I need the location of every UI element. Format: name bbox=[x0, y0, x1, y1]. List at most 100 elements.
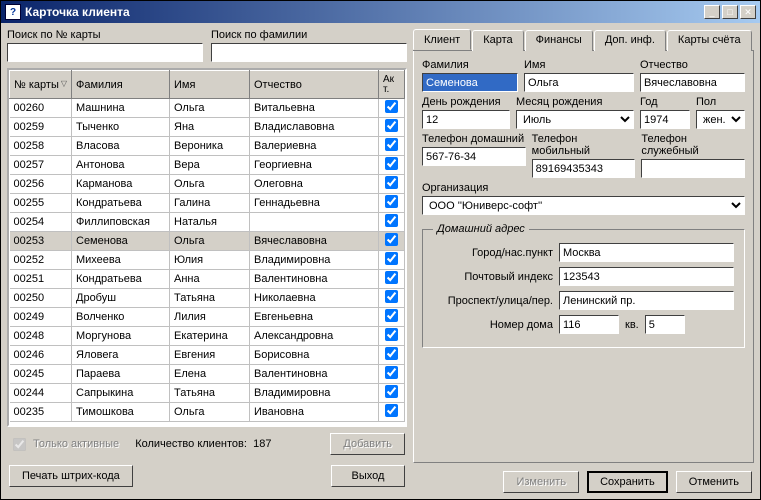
active-checkbox[interactable] bbox=[385, 404, 398, 417]
apt-input[interactable] bbox=[645, 315, 685, 334]
minimize-button[interactable]: _ bbox=[704, 5, 720, 19]
only-active-checkbox[interactable]: Только активные bbox=[9, 435, 119, 454]
active-checkbox[interactable] bbox=[385, 366, 398, 379]
cell-patronymic: Борисовна bbox=[250, 346, 379, 365]
col-patronymic[interactable]: Отчество bbox=[250, 71, 379, 99]
active-checkbox[interactable] bbox=[385, 290, 398, 303]
city-input[interactable] bbox=[559, 243, 734, 262]
zip-label: Почтовый индекс bbox=[433, 271, 553, 283]
cell-surname: Кондратьева bbox=[72, 194, 170, 213]
table-row[interactable]: 00259ТыченкоЯнаВладиславовна bbox=[10, 118, 405, 137]
phone-mob-input[interactable] bbox=[532, 159, 636, 178]
patronymic-input[interactable] bbox=[640, 73, 745, 92]
cell-surname: Параева bbox=[72, 365, 170, 384]
zip-input[interactable] bbox=[559, 267, 734, 286]
cell-surname: Михеева bbox=[72, 251, 170, 270]
table-row[interactable]: 00258ВласоваВероникаВалериевна bbox=[10, 137, 405, 156]
clients-table-wrap[interactable]: № карты▽ Фамилия Имя Отчество Ак т. 0026… bbox=[7, 68, 407, 427]
active-checkbox[interactable] bbox=[385, 157, 398, 170]
save-button[interactable]: Сохранить bbox=[587, 471, 668, 493]
maximize-button[interactable]: □ bbox=[722, 5, 738, 19]
active-checkbox[interactable] bbox=[385, 347, 398, 360]
cell-name: Ольга bbox=[170, 403, 250, 422]
name-label: Имя bbox=[524, 59, 634, 71]
active-checkbox[interactable] bbox=[385, 100, 398, 113]
tab[interactable]: Карты счёта bbox=[667, 30, 752, 51]
cell-name: Елена bbox=[170, 365, 250, 384]
cell-card: 00258 bbox=[10, 137, 72, 156]
cell-patronymic: Валентиновна bbox=[250, 365, 379, 384]
table-row[interactable]: 00235ТимошковаОльгаИвановна bbox=[10, 403, 405, 422]
table-row[interactable]: 00250ДробушТатьянаНиколаевна bbox=[10, 289, 405, 308]
table-row[interactable]: 00255КондратьеваГалинаГеннадьевна bbox=[10, 194, 405, 213]
cancel-button[interactable]: Отменить bbox=[676, 471, 752, 493]
cell-card: 00255 bbox=[10, 194, 72, 213]
active-checkbox[interactable] bbox=[385, 385, 398, 398]
bday-input[interactable] bbox=[422, 110, 510, 129]
table-row[interactable]: 00256КармановаОльгаОлеговна bbox=[10, 175, 405, 194]
cell-name: Вера bbox=[170, 156, 250, 175]
cell-name: Лилия bbox=[170, 308, 250, 327]
active-checkbox[interactable] bbox=[385, 214, 398, 227]
edit-button[interactable]: Изменить bbox=[503, 471, 579, 493]
table-row[interactable]: 00260МашнинаОльгаВитальевна bbox=[10, 99, 405, 118]
table-row[interactable]: 00244СапрыкинаТатьянаВладимировна bbox=[10, 384, 405, 403]
table-row[interactable]: 00257АнтоноваВераГеоргиевна bbox=[10, 156, 405, 175]
active-checkbox[interactable] bbox=[385, 138, 398, 151]
cell-active bbox=[379, 232, 405, 251]
search-surname-input[interactable] bbox=[211, 43, 407, 62]
byear-input[interactable] bbox=[640, 110, 690, 129]
table-row[interactable]: 00251КондратьеваАннаВалентиновна bbox=[10, 270, 405, 289]
sex-select[interactable]: жен. bbox=[696, 110, 745, 129]
active-checkbox[interactable] bbox=[385, 233, 398, 246]
table-row[interactable]: 00248МоргуноваЕкатеринаАлександровна bbox=[10, 327, 405, 346]
surname-input[interactable] bbox=[422, 73, 518, 92]
active-checkbox[interactable] bbox=[385, 176, 398, 189]
active-checkbox[interactable] bbox=[385, 252, 398, 265]
phone-work-input[interactable] bbox=[641, 159, 745, 178]
cell-active bbox=[379, 194, 405, 213]
active-checkbox[interactable] bbox=[385, 119, 398, 132]
address-legend: Домашний адрес bbox=[433, 223, 529, 235]
tab[interactable]: Доп. инф. bbox=[594, 30, 666, 51]
org-select[interactable]: ООО ''Юниверс-софт'' bbox=[422, 196, 745, 215]
left-panel: Поиск по № карты Поиск по фамилии № карт… bbox=[7, 29, 407, 493]
cell-card: 00245 bbox=[10, 365, 72, 384]
table-row[interactable]: 00249ВолченкоЛилияЕвгеньевна bbox=[10, 308, 405, 327]
table-row[interactable]: 00245ПараеваЕленаВалентиновна bbox=[10, 365, 405, 384]
house-input[interactable] bbox=[559, 315, 619, 334]
active-checkbox[interactable] bbox=[385, 195, 398, 208]
table-row[interactable]: 00254ФиллиповскаяНаталья bbox=[10, 213, 405, 232]
exit-button[interactable]: Выход bbox=[331, 465, 405, 487]
cell-name: Яна bbox=[170, 118, 250, 137]
table-row[interactable]: 00253СеменоваОльгаВячеславовна bbox=[10, 232, 405, 251]
bmonth-select[interactable]: Июль bbox=[516, 110, 634, 129]
patronymic-label: Отчество bbox=[640, 59, 745, 71]
col-card[interactable]: № карты▽ bbox=[10, 71, 72, 99]
active-checkbox[interactable] bbox=[385, 309, 398, 322]
cell-patronymic: Вячеславовна bbox=[250, 232, 379, 251]
add-button[interactable]: Добавить bbox=[330, 433, 405, 455]
name-input[interactable] bbox=[524, 73, 634, 92]
table-row[interactable]: 00252МихееваЮлияВладимировна bbox=[10, 251, 405, 270]
tab[interactable]: Клиент bbox=[413, 29, 471, 50]
active-checkbox[interactable] bbox=[385, 271, 398, 284]
phone-home-input[interactable] bbox=[422, 147, 526, 166]
cell-surname: Власова bbox=[72, 137, 170, 156]
col-active[interactable]: Ак т. bbox=[379, 71, 405, 99]
search-card-input[interactable] bbox=[7, 43, 203, 62]
street-label: Проспект/улица/пер. bbox=[433, 295, 553, 307]
tab[interactable]: Карта bbox=[472, 30, 523, 51]
table-row[interactable]: 00246ЯловегаЕвгенияБорисовна bbox=[10, 346, 405, 365]
cell-surname: Семенова bbox=[72, 232, 170, 251]
col-surname[interactable]: Фамилия bbox=[72, 71, 170, 99]
cell-surname: Дробуш bbox=[72, 289, 170, 308]
cell-card: 00260 bbox=[10, 99, 72, 118]
active-checkbox[interactable] bbox=[385, 328, 398, 341]
tab[interactable]: Финансы bbox=[525, 30, 593, 51]
col-name[interactable]: Имя bbox=[170, 71, 250, 99]
close-button[interactable]: ✕ bbox=[740, 5, 756, 19]
street-input[interactable] bbox=[559, 291, 734, 310]
print-barcode-button[interactable]: Печать штрих-кода bbox=[9, 465, 133, 487]
only-active-input[interactable] bbox=[13, 438, 26, 451]
